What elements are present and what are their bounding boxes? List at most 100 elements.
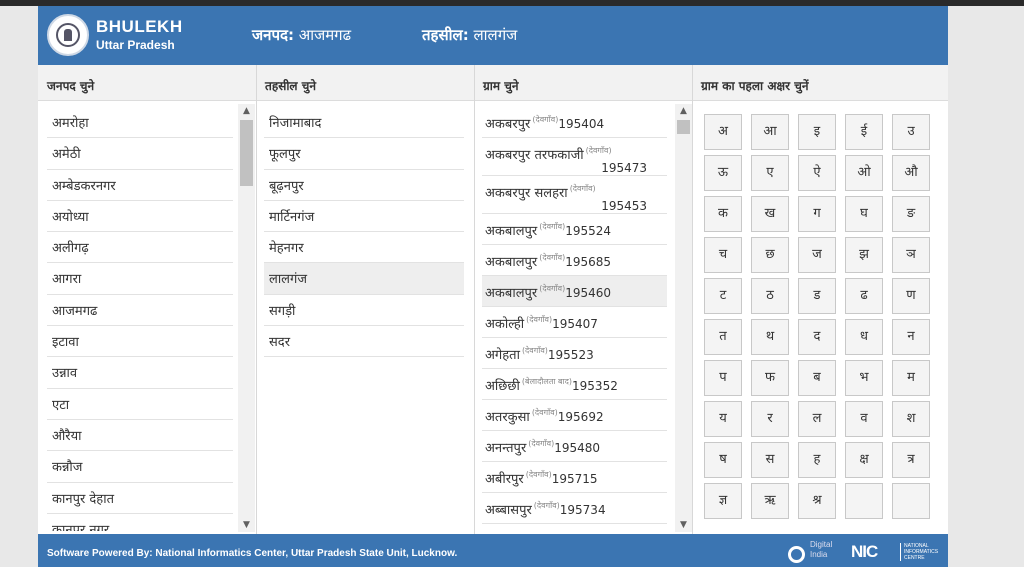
letter-button[interactable]: ल — [798, 401, 836, 437]
letter-button[interactable]: ज — [798, 237, 836, 273]
village-list: अकबरपुर (देवगाँव)195404 अकबरपुर तरफकाजी (दे… — [482, 107, 667, 531]
village-name: अनन्तपुर — [485, 441, 527, 456]
letter-button[interactable]: म — [892, 360, 930, 396]
district-item[interactable]: एटा — [47, 389, 233, 420]
letter-button[interactable]: भ — [845, 360, 883, 396]
village-item[interactable]: अगेहता (देवगाँव)195523 — [482, 338, 667, 369]
letter-button[interactable]: ञ — [892, 237, 930, 273]
bhulekh-app: BHULEKH Uttar Pradesh जनपद: आजमगढ तहसील:… — [38, 6, 948, 567]
letter-button[interactable]: ग — [798, 196, 836, 232]
tehsil-item[interactable]: मेहनगर — [264, 232, 464, 264]
letter-button[interactable]: ए — [751, 155, 789, 191]
letter-button[interactable]: इ — [798, 114, 836, 150]
district-scrollbar[interactable]: ▲ ▼ — [238, 104, 255, 532]
district-item[interactable]: आजमगढ — [47, 295, 233, 327]
letter-button[interactable]: न — [892, 319, 930, 355]
district-item[interactable]: औरैया — [47, 420, 233, 452]
village-item[interactable]: अकबरपुर (देवगाँव)195404 — [482, 107, 667, 138]
tehsil-item[interactable]: बूढ़नपुर — [264, 170, 464, 201]
district-item[interactable]: उन्नाव — [47, 357, 233, 389]
letter-button[interactable]: घ — [845, 196, 883, 232]
letter-button[interactable]: त्र — [892, 442, 930, 478]
village-item[interactable]: अकबालपुर (देवगाँव)195685 — [482, 245, 667, 276]
letter-button[interactable]: श — [892, 401, 930, 437]
letter-button[interactable]: आ — [751, 114, 789, 150]
tehsil-item[interactable]: मार्टिनगंज — [264, 201, 464, 233]
letter-button[interactable]: ओ — [845, 155, 883, 191]
letter-button[interactable]: क — [704, 196, 742, 232]
letter-button[interactable]: ढ — [845, 278, 883, 314]
letter-button[interactable]: य — [704, 401, 742, 437]
village-item[interactable]: अकोल्ही (देवगाँव)195407 — [482, 307, 667, 338]
village-tag: (देवगाँव) — [528, 438, 555, 448]
letter-button[interactable]: ष — [704, 442, 742, 478]
letter-button[interactable]: ध — [845, 319, 883, 355]
village-item[interactable]: अकबरपुर तरफकाजी (देवगाँव) 195473 — [482, 138, 667, 176]
letter-button[interactable]: ब — [798, 360, 836, 396]
letter-button[interactable]: र — [751, 401, 789, 437]
letter-button[interactable]: च — [704, 237, 742, 273]
letter-button[interactable]: ठ — [751, 278, 789, 314]
letter-button[interactable]: ई — [845, 114, 883, 150]
tehsil-item[interactable]: सगड़ी — [264, 295, 464, 327]
tehsil-item[interactable]: सदर — [264, 326, 464, 358]
letter-button[interactable]: त — [704, 319, 742, 355]
village-item[interactable]: अकबरपुर सलहरा (देवगाँव) 195453 — [482, 176, 667, 214]
village-item[interactable]: अछिछी (बेलादौलता बाद)195352 — [482, 369, 667, 400]
letter-button[interactable]: छ — [751, 237, 789, 273]
district-item[interactable]: आगरा — [47, 263, 233, 295]
village-item[interactable]: अकबालपुर (देवगाँव)195460 — [482, 276, 667, 307]
tehsil-item[interactable]: निजामाबाद — [264, 107, 464, 139]
letter-button[interactable]: ऋ — [751, 483, 789, 519]
village-item[interactable]: अब्बासपुर (देवगाँव)195734 — [482, 493, 667, 524]
column-divider — [692, 65, 693, 534]
village-item[interactable]: अनन्तपुर (देवगाँव)195480 — [482, 431, 667, 462]
letter-button[interactable]: क्ष — [845, 442, 883, 478]
district-item[interactable]: अमेठी — [47, 138, 233, 170]
chevron-up-icon[interactable]: ▲ — [238, 104, 255, 118]
district-item[interactable]: अमरोहा — [47, 107, 233, 139]
letter-button[interactable]: श्र — [798, 483, 836, 519]
village-name: अब्बासपुर — [485, 503, 532, 518]
scroll-thumb[interactable] — [240, 120, 253, 186]
letter-button[interactable]: ऊ — [704, 155, 742, 191]
district-item[interactable]: अयोध्या — [47, 201, 233, 233]
village-item[interactable]: अतरकुसा (देवगाँव)195692 — [482, 400, 667, 431]
district-list: अमरोहा अमेठी अम्बेडकरनगर अयोध्या अलीगढ़ आगरा आ… — [47, 107, 233, 531]
letter-button[interactable]: व — [845, 401, 883, 437]
letter-button[interactable]: ह — [798, 442, 836, 478]
letter-button[interactable]: उ — [892, 114, 930, 150]
letter-button[interactable]: ण — [892, 278, 930, 314]
letter-button[interactable]: अ — [704, 114, 742, 150]
tehsil-item[interactable]: फूलपुर — [264, 138, 464, 170]
letter-button[interactable]: फ — [751, 360, 789, 396]
village-item[interactable]: अबीरपुर (देवगाँव)195715 — [482, 462, 667, 493]
chevron-up-icon[interactable]: ▲ — [675, 104, 692, 118]
village-name: अतरकुसा — [485, 410, 530, 425]
village-code: 195523 — [547, 348, 594, 362]
letter-button[interactable]: औ — [892, 155, 930, 191]
letter-button[interactable]: प — [704, 360, 742, 396]
letter-button[interactable]: ज्ञ — [704, 483, 742, 519]
scroll-thumb[interactable] — [677, 120, 690, 134]
letter-button[interactable]: द — [798, 319, 836, 355]
letter-button[interactable]: थ — [751, 319, 789, 355]
village-scrollbar[interactable]: ▲ ▼ — [675, 104, 692, 532]
district-item[interactable]: कानपुर नगर — [47, 514, 233, 531]
letter-button[interactable]: ट — [704, 278, 742, 314]
letter-button[interactable]: ङ — [892, 196, 930, 232]
district-item[interactable]: अलीगढ़ — [47, 232, 233, 264]
district-item[interactable]: कानपुर देहात — [47, 483, 233, 514]
district-item[interactable]: कन्नौज — [47, 451, 233, 483]
letter-button[interactable]: ऐ — [798, 155, 836, 191]
village-item[interactable]: अकबालपुर (देवगाँव)195524 — [482, 214, 667, 245]
tehsil-item[interactable]: लालगंज — [264, 263, 464, 295]
letter-button[interactable]: स — [751, 442, 789, 478]
district-item[interactable]: अम्बेडकरनगर — [47, 170, 233, 201]
chevron-down-icon[interactable]: ▼ — [238, 518, 255, 532]
letter-button[interactable]: ड — [798, 278, 836, 314]
district-item[interactable]: इटावा — [47, 326, 233, 358]
letter-button[interactable]: ख — [751, 196, 789, 232]
chevron-down-icon[interactable]: ▼ — [675, 518, 692, 532]
letter-button[interactable]: झ — [845, 237, 883, 273]
